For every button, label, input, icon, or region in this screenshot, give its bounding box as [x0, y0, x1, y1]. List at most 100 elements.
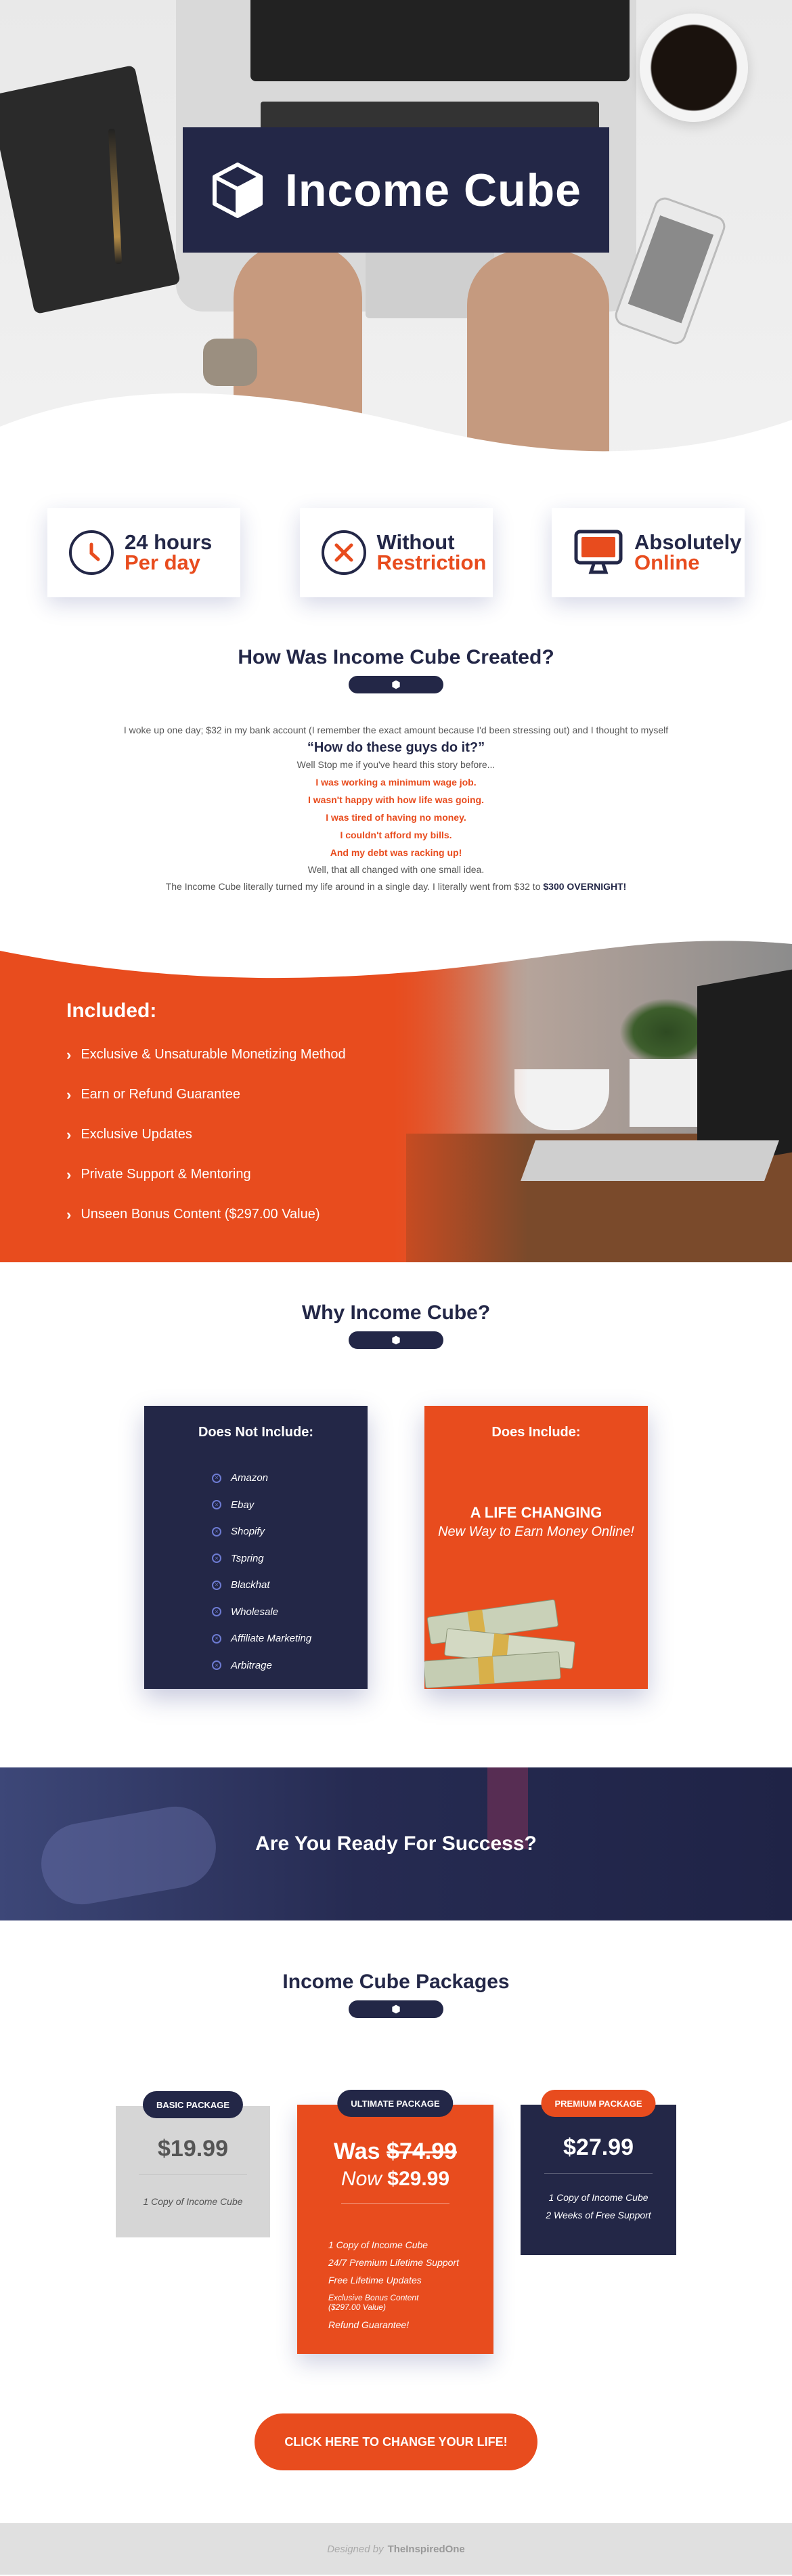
- list-item: × Affiliate Marketing: [212, 1625, 368, 1652]
- divider: [341, 2203, 449, 2204]
- x-icon: ×: [212, 1633, 221, 1644]
- list-item: × Wholesale: [212, 1599, 368, 1626]
- old-price: $74.99: [387, 2139, 458, 2164]
- excluded-list: × Amazon × Ebay × Shopify × Tspring × Blackha…: [144, 1465, 368, 1679]
- card-title: Does Include:: [491, 1425, 581, 1440]
- section-divider-pill: [349, 676, 443, 693]
- footer: Designed by TheInspiredOne: [0, 2523, 792, 2575]
- hero-wave: [0, 393, 792, 474]
- hand-image: [35, 1800, 223, 1911]
- package-badge: BASIC PACKAGE: [142, 2091, 244, 2118]
- laptop-screen: [250, 0, 630, 81]
- included-list: Included: › Exclusive & Unsaturable Monet…: [66, 1000, 346, 1235]
- comparison-cards: Does Not Include: × Amazon × Ebay × Shopify…: [0, 1406, 792, 1689]
- story-highlight: I was tired of having no money.: [326, 812, 466, 823]
- cta-wrapper: CLICK HERE TO CHANGE YOUR LIFE!: [0, 2413, 792, 2470]
- included-item: › Private Support & Mentoring: [66, 1155, 346, 1195]
- story-paragraph: The Income Cube literally turned my life…: [0, 878, 792, 895]
- story-emphasis: $300 OVERNIGHT!: [543, 881, 627, 892]
- banner-title: Are You Ready For Success?: [255, 1832, 537, 1855]
- basic-package-card[interactable]: BASIC PACKAGE $19.99 1 Copy of Income Cu…: [116, 2091, 270, 2237]
- section-divider-pill: [349, 2000, 443, 2018]
- story-paragraph: Well Stop me if you've heard this story …: [296, 759, 496, 770]
- pricing-cards: BASIC PACKAGE $19.99 1 Copy of Income Cu…: [0, 2064, 792, 2354]
- package-feature: Free Lifetime Updates: [328, 2275, 422, 2285]
- features-row: 24 hours Per day Without Restriction Abs…: [0, 474, 792, 597]
- package-badge: ULTIMATE PACKAGE: [337, 2090, 454, 2117]
- why-section: Why Income Cube? Does Not Include: × Amaz…: [0, 1262, 792, 1689]
- feature-title: 24 hours: [125, 530, 213, 554]
- included-item: › Unseen Bonus Content ($297.00 Value): [66, 1195, 346, 1235]
- laptop-keyboard-image: [521, 1140, 779, 1181]
- list-item-label: Blackhat: [231, 1579, 270, 1591]
- chevron-right-icon: ›: [66, 1206, 72, 1223]
- x-icon: ×: [212, 1607, 221, 1617]
- packages-section: Income Cube Packages BASIC PACKAGE $19.9…: [0, 1920, 792, 2470]
- list-item: × Arbitrage: [212, 1652, 368, 1679]
- included-item-label: Earn or Refund Guarantee: [81, 1087, 241, 1102]
- now-label: Now: [340, 2168, 382, 2190]
- included-title: Included:: [66, 1000, 157, 1022]
- chevron-right-icon: ›: [66, 1086, 72, 1103]
- list-item: × Blackhat: [212, 1572, 368, 1599]
- coffee-cup-image: [640, 14, 748, 122]
- money-stack-image: [424, 1599, 575, 1689]
- logo-text: Income Cube: [285, 164, 581, 216]
- story-highlight: I wasn't happy with how life was going.: [307, 794, 484, 805]
- x-icon: ×: [212, 1526, 221, 1537]
- monitor-icon: [574, 530, 623, 574]
- section-title: Income Cube Packages: [282, 1971, 510, 1993]
- x-icon: ×: [212, 1553, 221, 1564]
- package-feature: 1 Copy of Income Cube: [328, 2239, 428, 2250]
- ultimate-package-card[interactable]: ULTIMATE PACKAGE Was $74.99 Now $29.99 1…: [297, 2090, 493, 2354]
- feature-subtitle: Restriction: [376, 551, 487, 574]
- chevron-right-icon: ›: [66, 1166, 72, 1183]
- now-price: Now $29.99: [297, 2168, 493, 2191]
- plant-pot-image: [630, 1059, 704, 1127]
- card-title: Does Not Include:: [198, 1425, 313, 1440]
- cube-icon: [392, 2004, 400, 2014]
- feature-subtitle: Per day: [125, 551, 201, 574]
- new-price: $29.99: [387, 2168, 450, 2190]
- list-item-label: Amazon: [231, 1472, 269, 1484]
- story-paragraph-text: The Income Cube literally turned my life…: [165, 881, 544, 892]
- cube-icon: [392, 680, 400, 689]
- story-section: How Was Income Cube Created? I woke up o…: [0, 597, 792, 895]
- feature-card: 24 hours Per day: [47, 508, 240, 597]
- section-title: Why Income Cube?: [301, 1302, 491, 1324]
- logo: Income Cube: [183, 127, 609, 253]
- divider: [139, 2174, 247, 2175]
- included-item-label: Exclusive Updates: [81, 1127, 192, 1142]
- cube-icon: [213, 162, 263, 218]
- story-highlight: And my debt was racking up!: [330, 847, 462, 858]
- package-features: 1 Copy of Income Cube 24/7 Premium Lifet…: [297, 2236, 493, 2334]
- included-section: Included: › Exclusive & Unsaturable Monet…: [0, 937, 792, 1262]
- feature-card: Absolutely Online: [552, 508, 745, 597]
- included-item: › Exclusive Updates: [66, 1115, 346, 1155]
- list-item-label: Affiliate Marketing: [231, 1633, 312, 1644]
- feature-card: Without Restriction: [299, 508, 493, 597]
- included-item: › Exclusive & Unsaturable Monetizing Meth…: [66, 1035, 346, 1075]
- does-not-include-card: Does Not Include: × Amazon × Ebay × Shopify…: [144, 1406, 368, 1689]
- footer-credit-prefix: Designed by: [327, 2543, 384, 2555]
- list-item-label: Shopify: [231, 1526, 265, 1537]
- list-item-label: Wholesale: [231, 1606, 279, 1618]
- package-features: 1 Copy of Income Cube 2 Weeks of Free Su…: [521, 2189, 676, 2224]
- package-feature: Exclusive Bonus Content ($297.00 Value): [328, 2293, 419, 2312]
- story-paragraph: I woke up one day; $32 in my bank accoun…: [123, 725, 669, 735]
- cta-button[interactable]: CLICK HERE TO CHANGE YOUR LIFE!: [255, 2413, 537, 2470]
- list-item: × Tspring: [212, 1545, 368, 1572]
- x-icon: ×: [212, 1473, 221, 1483]
- feature-title: Without: [376, 530, 455, 554]
- x-circle-icon: [321, 530, 366, 575]
- footer-credit-link[interactable]: TheInspiredOne: [388, 2543, 465, 2555]
- included-item-label: Unseen Bonus Content ($297.00 Value): [81, 1207, 320, 1222]
- chevron-right-icon: ›: [66, 1046, 72, 1063]
- cube-icon: [392, 1335, 400, 1345]
- package-feature: 2 Weeks of Free Support: [546, 2210, 651, 2220]
- laptop-image: [697, 969, 792, 1169]
- story-body: I woke up one day; $32 in my bank accoun…: [0, 722, 792, 895]
- package-feature: 24/7 Premium Lifetime Support: [328, 2257, 459, 2268]
- list-item: × Shopify: [212, 1518, 368, 1545]
- premium-package-card[interactable]: PREMIUM PACKAGE $27.99 1 Copy of Income …: [521, 2090, 676, 2255]
